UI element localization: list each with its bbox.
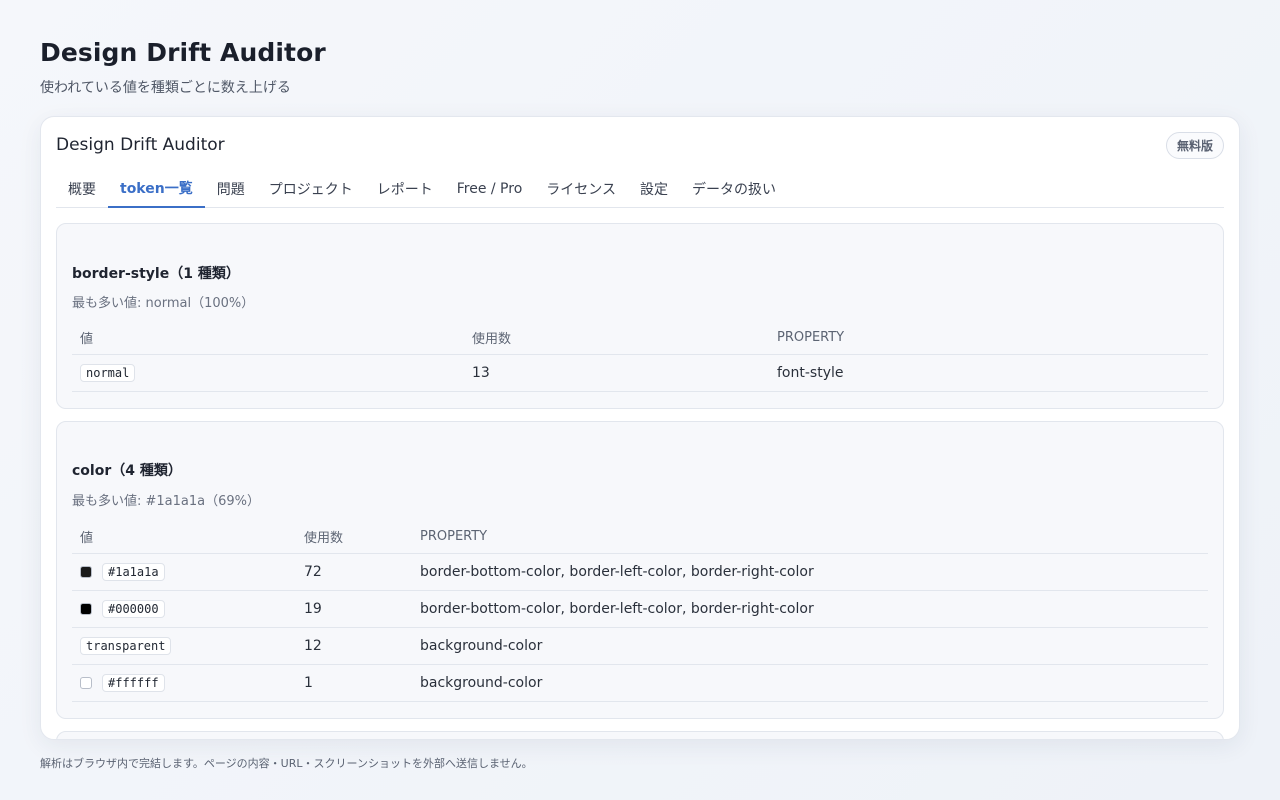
header-property: PROPERTY xyxy=(777,330,845,345)
value-cell: transparent xyxy=(72,637,304,655)
page-subtitle: 使われている値を種類ごとに数え上げる xyxy=(40,80,291,96)
app-page: Design Drift Auditor 使われている値を種類ごとに数え上げる … xyxy=(0,0,1280,800)
header-count: 使用数 xyxy=(472,332,512,347)
main-panel: Design Drift Auditor 無料版 概要 token一覧 問題 プ… xyxy=(40,116,1240,740)
table-row: #ffffff 1 background-color xyxy=(72,665,1208,702)
count-cell: 13 xyxy=(472,365,490,381)
tab-reports[interactable]: レポート xyxy=(365,169,445,208)
value-cell: normal xyxy=(72,364,472,382)
section-most-common: 最も多い値: normal（100%） xyxy=(72,296,255,311)
section-title: border-style（1 種類） xyxy=(72,266,240,282)
token-table: 値 使用数 PROPERTY #1a1a1a 72 border-bottom-… xyxy=(72,520,1208,702)
section-title: color（4 種類） xyxy=(72,463,182,479)
panel-title: Design Drift Auditor xyxy=(56,135,225,155)
tab-projects[interactable]: プロジェクト xyxy=(257,169,365,208)
tab-overview[interactable]: 概要 xyxy=(56,169,108,208)
count-cell: 12 xyxy=(304,638,322,654)
token-section-next xyxy=(56,731,1224,739)
property-cell: background-color xyxy=(420,638,543,654)
header-value: 値 xyxy=(80,531,94,546)
count-cell: 19 xyxy=(304,601,322,617)
count-cell: 1 xyxy=(304,675,313,691)
tab-bar: 概要 token一覧 問題 プロジェクト レポート Free / Pro ライセ… xyxy=(56,169,1224,208)
header-value: 値 xyxy=(80,332,94,347)
value-cell: #1a1a1a xyxy=(72,563,304,581)
tab-free-pro[interactable]: Free / Pro xyxy=(445,169,535,208)
plan-badge: 無料版 xyxy=(1165,132,1224,159)
token-table: 値 使用数 PROPERTY normal 13 font-style xyxy=(72,321,1208,392)
token-value: normal xyxy=(80,364,136,382)
table-header-row: 値 使用数 PROPERTY xyxy=(72,321,1208,355)
tab-license[interactable]: ライセンス xyxy=(534,169,628,208)
table-row: transparent 12 background-color xyxy=(72,628,1208,665)
token-value: #ffffff xyxy=(102,674,165,692)
property-cell: border-bottom-color, border-left-color, … xyxy=(420,564,814,580)
property-cell: background-color xyxy=(420,675,543,691)
page-title: Design Drift Auditor xyxy=(40,38,326,67)
property-cell: font-style xyxy=(777,365,844,381)
tab-settings[interactable]: 設定 xyxy=(628,169,680,208)
color-swatch xyxy=(80,566,92,578)
token-value: #000000 xyxy=(102,600,165,618)
property-cell: border-bottom-color, border-left-color, … xyxy=(420,601,814,617)
tab-token-list[interactable]: token一覧 xyxy=(108,169,205,208)
privacy-footer: 解析はブラウザ内で完結します。ページの内容・URL・スクリーンショットを外部へ送… xyxy=(40,757,533,770)
count-cell: 72 xyxy=(304,564,322,580)
color-swatch xyxy=(80,677,92,689)
value-cell: #ffffff xyxy=(72,674,304,692)
token-section-color: color（4 種類） 最も多い値: #1a1a1a（69%） 値 使用数 PR… xyxy=(56,421,1224,719)
tab-data-handling[interactable]: データの扱い xyxy=(680,169,788,208)
token-value: #1a1a1a xyxy=(102,563,165,581)
section-most-common: 最も多い値: #1a1a1a（69%） xyxy=(72,494,261,509)
header-count: 使用数 xyxy=(304,531,344,546)
table-header-row: 値 使用数 PROPERTY xyxy=(72,520,1208,554)
token-section-border-style: border-style（1 種類） 最も多い値: normal（100%） 値… xyxy=(56,223,1224,409)
table-row: normal 13 font-style xyxy=(72,355,1208,392)
table-row: #1a1a1a 72 border-bottom-color, border-l… xyxy=(72,554,1208,591)
color-swatch xyxy=(80,603,92,615)
tab-issues[interactable]: 問題 xyxy=(205,169,257,208)
table-row: #000000 19 border-bottom-color, border-l… xyxy=(72,591,1208,628)
header-property: PROPERTY xyxy=(420,529,488,544)
token-value: transparent xyxy=(80,637,172,655)
value-cell: #000000 xyxy=(72,600,304,618)
